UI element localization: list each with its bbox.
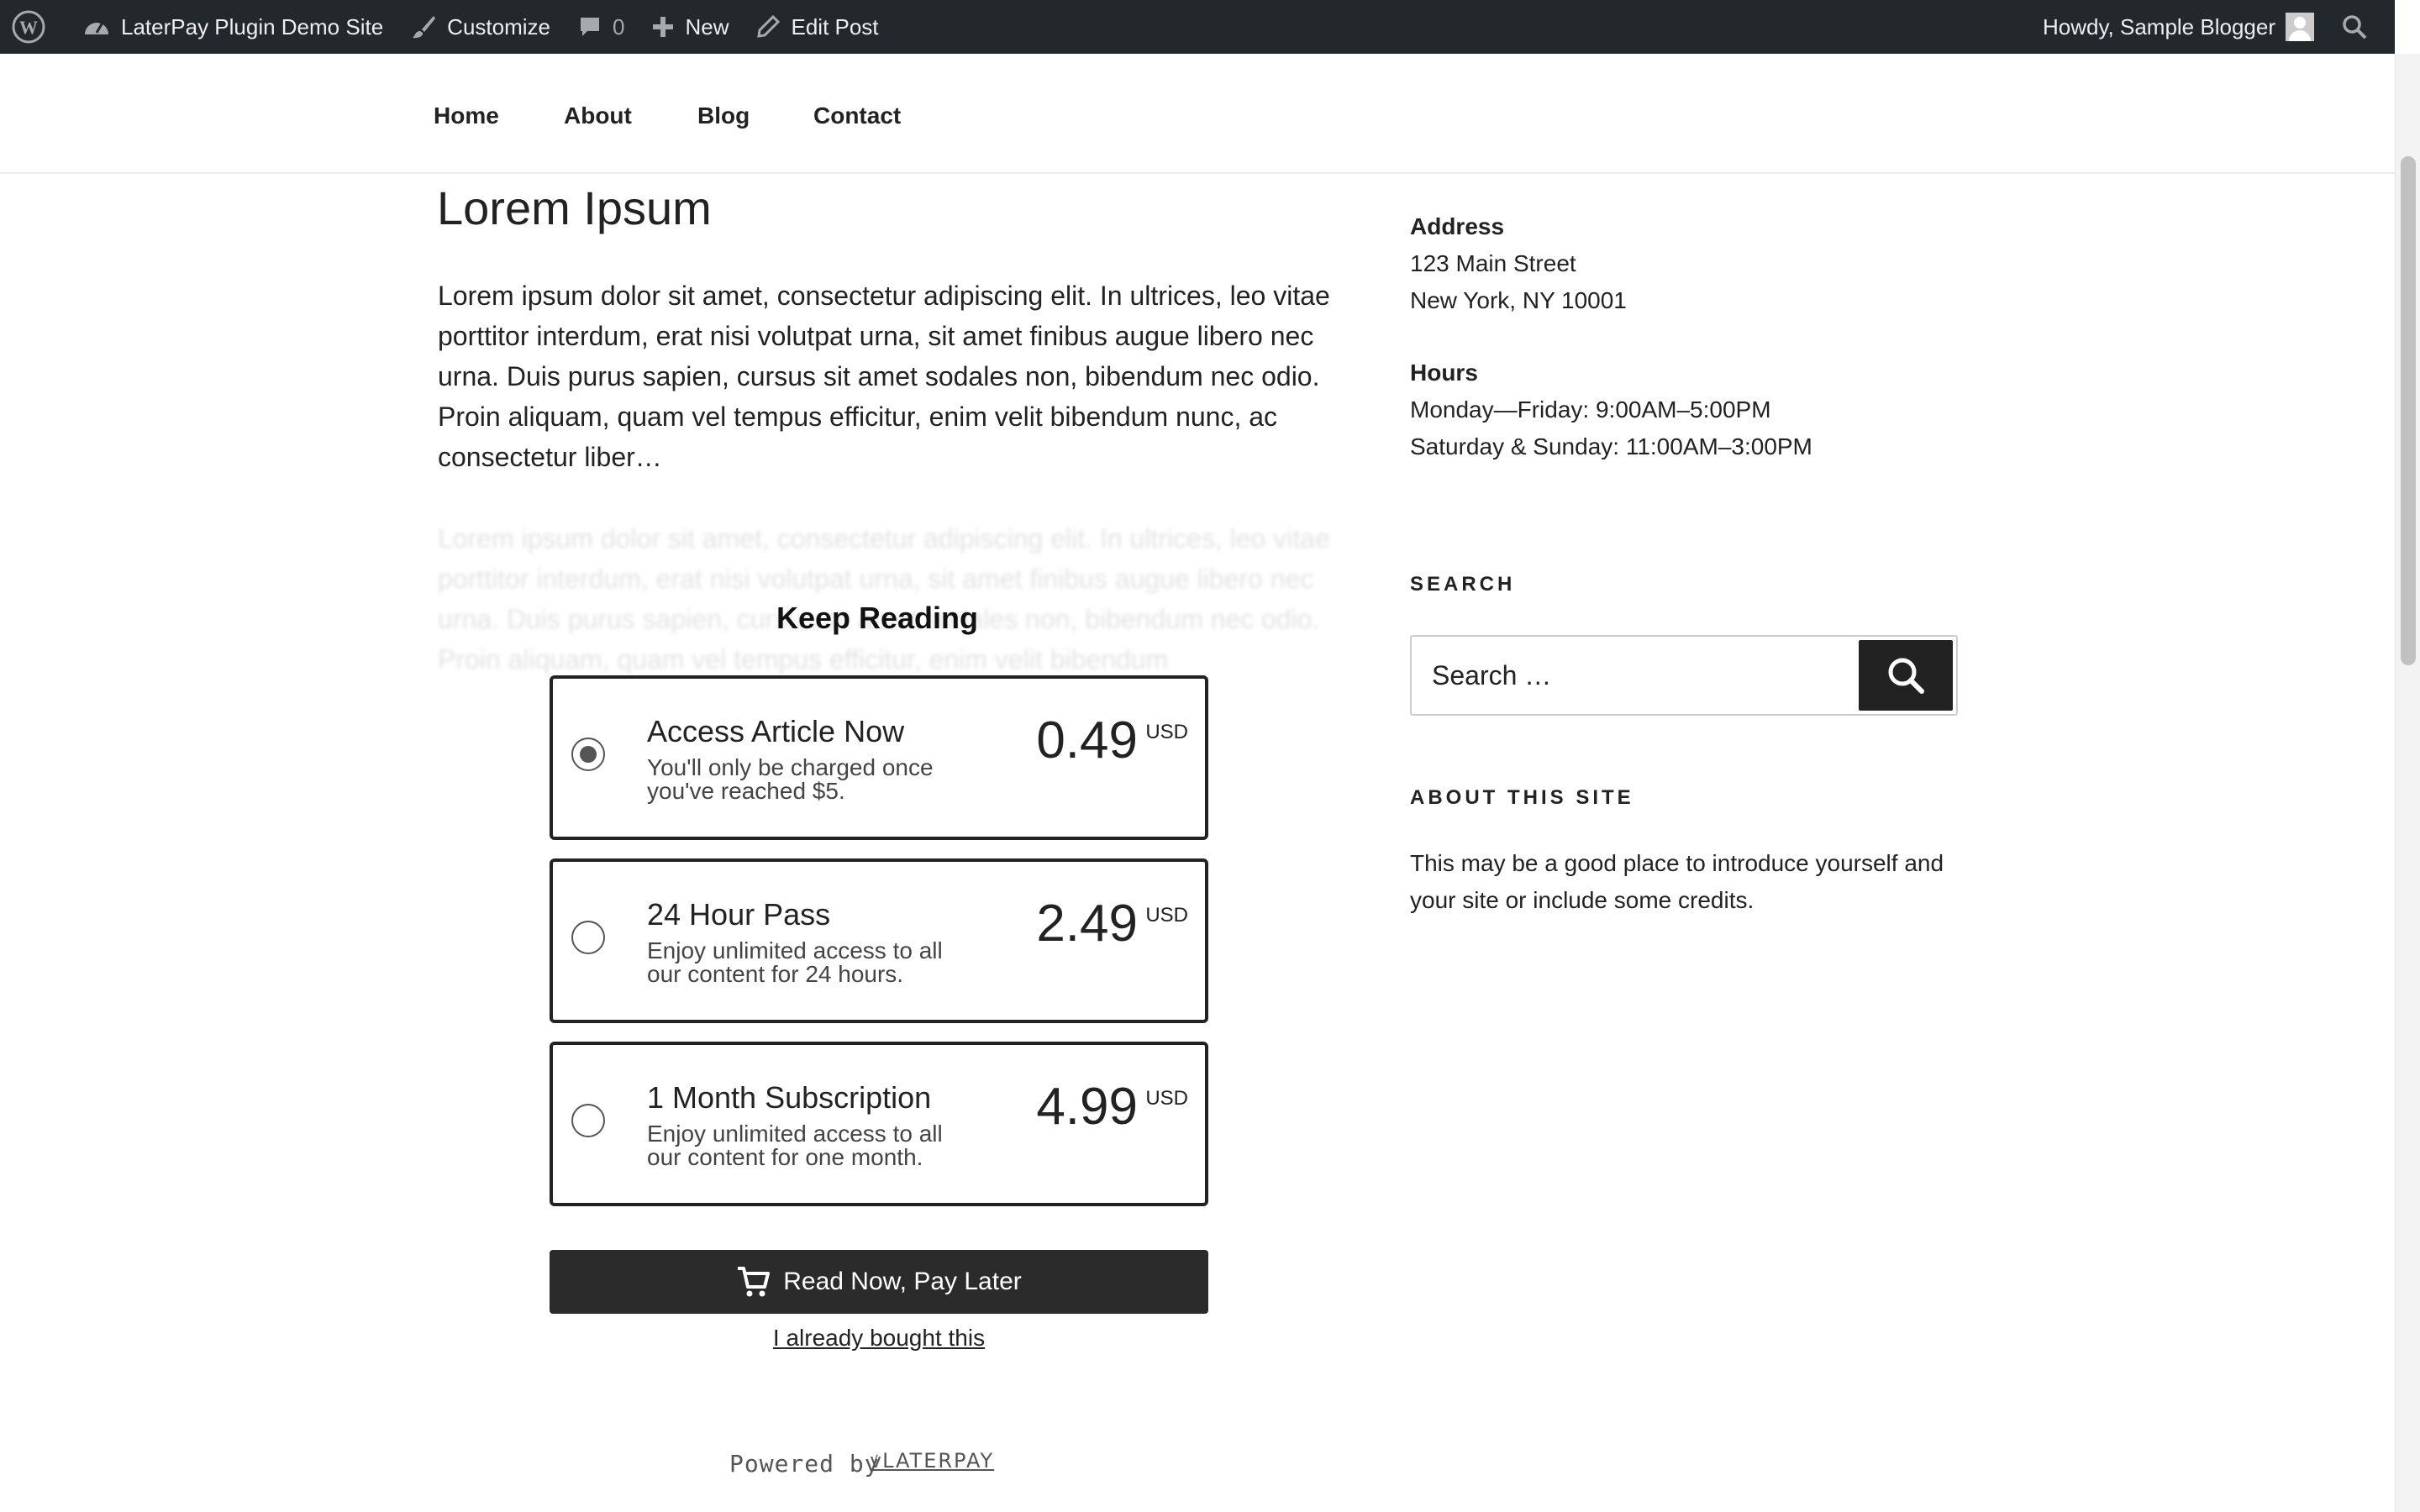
- option-price: 2.49: [1036, 895, 1138, 953]
- powered-by-text: Powered by: [729, 1450, 880, 1478]
- site-name: LaterPay Plugin Demo Site: [121, 13, 384, 39]
- option-price: 0.49: [1036, 711, 1138, 769]
- comments-link[interactable]: 0: [564, 0, 638, 54]
- purchase-option-article[interactable]: Access Article Now You'll only be charge…: [550, 675, 1208, 840]
- radio-24h-pass[interactable]: [571, 921, 605, 954]
- main-navigation: Home About Blog Contact: [0, 54, 2395, 174]
- site-name-menu[interactable]: LaterPay Plugin Demo Site: [69, 0, 397, 54]
- nav-item-blog[interactable]: Blog: [697, 102, 750, 129]
- comments-count: 0: [613, 13, 625, 39]
- new-content-menu[interactable]: New: [638, 0, 742, 54]
- buy-button-label: Read Now, Pay Later: [783, 1268, 1022, 1295]
- option-currency: USD: [1145, 904, 1188, 927]
- hours-line-2: Saturday & Sunday: 11:00AM–3:00PM: [1410, 433, 1812, 459]
- radio-subscription[interactable]: [571, 1104, 605, 1137]
- plus-icon: [653, 17, 674, 37]
- howdy-text: Howdy, Sample Blogger: [2043, 13, 2275, 39]
- svg-text:W: W: [19, 17, 38, 38]
- nav-item-home[interactable]: Home: [434, 102, 499, 129]
- paywall-heading: Keep Reading: [776, 601, 979, 635]
- new-label: New: [685, 13, 729, 39]
- read-now-pay-later-button[interactable]: Read Now, Pay Later: [550, 1250, 1208, 1314]
- purchase-option-24h-pass[interactable]: 24 Hour Pass Enjoy unlimited access to a…: [550, 858, 1208, 1023]
- search-widget-heading: SEARCH: [1410, 573, 1516, 596]
- comment-bubble-icon: [581, 18, 599, 36]
- option-title: 24 Hour Pass: [647, 897, 831, 932]
- admin-bar: W LaterPay Plugin Demo Site Customize 0 …: [0, 0, 2395, 54]
- search-icon: [1888, 658, 1924, 694]
- pencil-icon: [757, 14, 781, 38]
- paintbrush-icon: [413, 16, 436, 39]
- nav-item-contact[interactable]: Contact: [813, 102, 901, 129]
- option-description: You'll only be charged once you've reach…: [647, 754, 934, 804]
- search-submit-button[interactable]: [1859, 640, 1953, 711]
- hours-heading: Hours: [1410, 360, 1478, 386]
- option-price: 4.99: [1036, 1078, 1138, 1136]
- about-widget-heading: ABOUT THIS SITE: [1410, 786, 1634, 809]
- search-input[interactable]: [1412, 637, 1857, 714]
- dashboard-icon: [85, 22, 108, 34]
- admin-search[interactable]: [2328, 0, 2395, 54]
- search-form: [1410, 635, 1958, 716]
- cart-icon: [738, 1267, 771, 1297]
- address-line-2: New York, NY 10001: [1410, 287, 1627, 313]
- wordpress-menu[interactable]: W: [0, 0, 69, 54]
- wordpress-logo-icon: W: [12, 10, 45, 44]
- option-currency: USD: [1145, 721, 1188, 743]
- already-bought-link[interactable]: I already bought this: [550, 1325, 1208, 1352]
- admin-bar-right: Howdy, Sample Blogger: [2029, 0, 2395, 54]
- address-heading: Address: [1410, 213, 1505, 239]
- edit-post-link[interactable]: Edit Post: [742, 0, 892, 54]
- laterpay-logo[interactable]: ꝟLATERPAY: [871, 1446, 994, 1474]
- scrollbar-thumb[interactable]: [2401, 156, 2416, 665]
- hours-line-1: Monday—Friday: 9:00AM–5:00PM: [1410, 396, 1771, 423]
- search-icon: [2343, 15, 2367, 39]
- address-line-1: 123 Main Street: [1410, 250, 1576, 276]
- page-scrollbar[interactable]: [2395, 54, 2420, 1512]
- option-currency: USD: [1145, 1087, 1188, 1110]
- post-title: Lorem Ipsum: [437, 181, 712, 234]
- option-description: Enjoy unlimited access to all our conten…: [647, 1121, 943, 1170]
- avatar: [2286, 13, 2314, 41]
- nav-item-about[interactable]: About: [564, 102, 632, 129]
- about-text: This may be a good place to introduce yo…: [1410, 850, 1944, 913]
- option-title: Access Article Now: [647, 714, 905, 748]
- option-description: Enjoy unlimited access to all our conten…: [647, 937, 943, 987]
- radio-article[interactable]: [571, 738, 605, 771]
- customize-label: Customize: [447, 13, 550, 39]
- purchase-option-subscription[interactable]: 1 Month Subscription Enjoy unlimited acc…: [550, 1042, 1208, 1206]
- account-menu[interactable]: Howdy, Sample Blogger: [2029, 0, 2328, 54]
- option-title: 1 Month Subscription: [647, 1080, 932, 1115]
- customize-link[interactable]: Customize: [397, 0, 564, 54]
- post-excerpt: Lorem ipsum dolor sit amet, consectetur …: [438, 281, 1330, 472]
- edit-post-label: Edit Post: [791, 13, 879, 39]
